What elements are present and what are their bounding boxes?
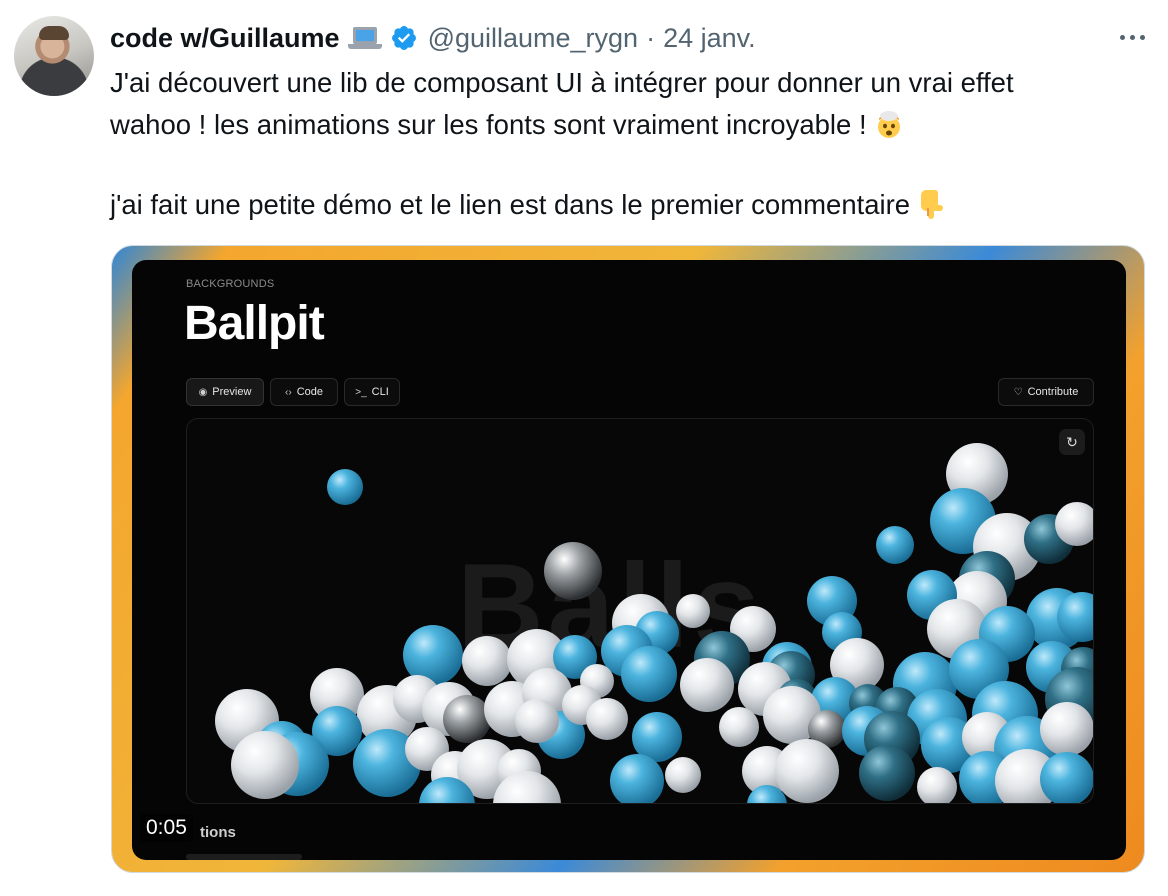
verified-badge-icon[interactable] (390, 24, 418, 52)
ball-80 (859, 745, 915, 801)
code-icon: ‹› (285, 386, 292, 398)
tweet-text-line-3-text: j'ai fait une petite démo et le lien est… (110, 189, 911, 220)
tweet-header: code w/Guillaume @guillaume_rygn · 24 ja… (110, 18, 756, 58)
refresh-icon[interactable]: ↻ (1059, 429, 1085, 455)
ball-26 (621, 646, 677, 702)
exploding-head-icon (877, 111, 900, 138)
contribute-button[interactable]: ♡ Contribute (998, 378, 1094, 406)
tab-code[interactable]: ‹› Code (270, 378, 338, 406)
more-options-icon[interactable] (1112, 20, 1152, 54)
ball-55 (515, 699, 559, 743)
tab-preview[interactable]: ◉ Preview (186, 378, 264, 406)
ball-51 (443, 695, 491, 743)
options-bar (186, 854, 302, 860)
tweet-date[interactable]: 24 janv. (663, 23, 756, 54)
eye-icon: ◉ (198, 386, 208, 398)
options-label: tions (200, 824, 236, 841)
ball-70 (231, 731, 299, 799)
contribute-label: Contribute (1027, 386, 1079, 398)
pointing-down-icon (921, 190, 944, 219)
ball-22 (462, 636, 512, 686)
ball-36 (680, 658, 734, 712)
ball-2 (676, 594, 710, 628)
tab-code-label: Code (296, 386, 323, 398)
ballpit-canvas (215, 443, 1093, 803)
page-title: Ballpit (184, 297, 325, 350)
section-kicker: BACKGROUNDS (186, 278, 275, 290)
tweet-text-line-2: wahoo ! les animations sur les fonts son… (110, 104, 1150, 146)
ball-59 (719, 707, 759, 747)
tab-cli-label: CLI (371, 386, 389, 398)
tweet-text-line-2-text: wahoo ! les animations sur les fonts son… (110, 109, 867, 140)
ball-1 (544, 542, 602, 600)
video-player[interactable]: BACKGROUNDS Ballpit ◉ Preview ‹› Code >_… (111, 245, 1145, 873)
laptop-icon (347, 25, 382, 51)
author-name[interactable]: code w/Guillaume (110, 23, 340, 54)
tweet-text-line-3: j'ai fait une petite démo et le lien est… (110, 184, 1150, 226)
author-avatar[interactable] (14, 16, 94, 96)
ball-67 (1040, 702, 1093, 756)
ball-10 (876, 526, 914, 564)
terminal-icon: >_ (355, 386, 367, 398)
ball-57 (586, 698, 628, 740)
tweet-text-line-1: J'ai découvert une lib de composant UI à… (110, 67, 1014, 98)
video-timestamp: 0:05 (140, 814, 193, 842)
heart-icon: ♡ (1013, 386, 1023, 398)
tweet-text: J'ai découvert une lib de composant UI à… (110, 62, 1150, 226)
video-frame: BACKGROUNDS Ballpit ◉ Preview ‹› Code >_… (132, 260, 1126, 860)
tab-preview-label: Preview (212, 386, 252, 398)
ball-0 (327, 469, 363, 505)
ball-84 (1040, 752, 1093, 803)
preview-canvas[interactable]: Balls ↻ (186, 418, 1094, 804)
author-handle[interactable]: @guillaume_rygn (428, 23, 639, 54)
ball-77 (665, 757, 701, 793)
ball-79 (775, 739, 839, 803)
header-separator: · (646, 22, 656, 53)
tab-cli[interactable]: >_ CLI (344, 378, 400, 406)
